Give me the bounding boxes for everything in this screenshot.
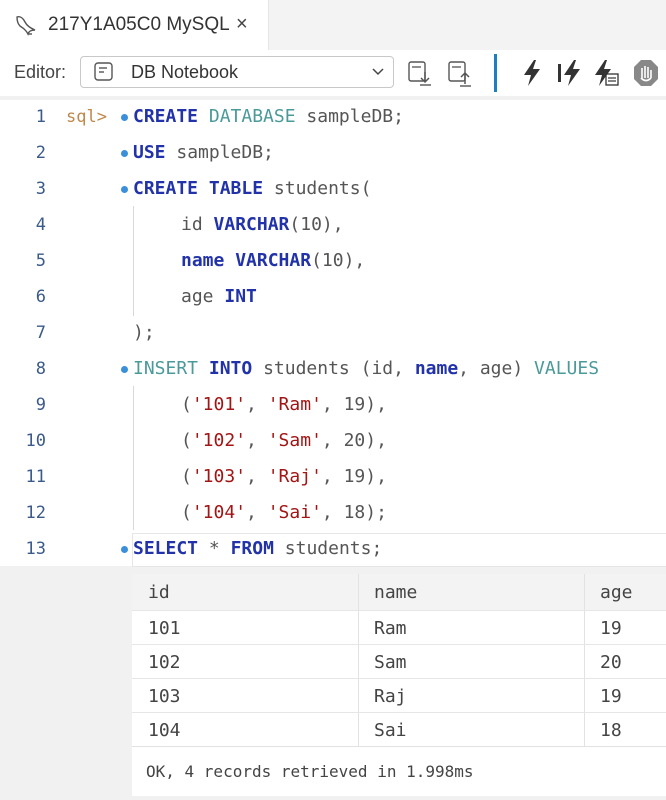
code-line: 13 SELECT * FROM students;	[0, 532, 666, 568]
line-number: 4	[35, 215, 46, 235]
result-panel: id name age 101 Ram 19 102 Sam 20 103 Ra…	[132, 574, 666, 796]
save-script-button[interactable]	[446, 58, 474, 88]
column-header-id[interactable]: id	[148, 582, 170, 603]
table-row[interactable]: 104 Sai 18	[132, 712, 666, 747]
dolphin-icon	[16, 16, 36, 36]
cell-id: 101	[148, 618, 181, 639]
cell-age: 18	[600, 720, 622, 741]
line-number: 5	[35, 251, 46, 271]
code-line: 9 ('101', 'Ram', 19),	[0, 388, 666, 424]
code-text: USE sampleDB;	[133, 142, 274, 163]
code-line: 7 );	[0, 316, 666, 352]
tab-bar: 217Y1A05C0 MySQL ×	[0, 0, 666, 50]
code-text: name VARCHAR(10),	[181, 250, 366, 271]
code-line: 4 id VARCHAR(10),	[0, 208, 666, 244]
execute-step-button[interactable]	[556, 58, 584, 88]
code-line: 8 INSERT INTO students (id, name, age) V…	[0, 352, 666, 388]
column-header-age[interactable]: age	[600, 582, 633, 603]
code-text: SELECT * FROM students;	[133, 538, 383, 559]
sql-prompt: sql>	[66, 107, 107, 127]
load-script-button[interactable]	[406, 58, 434, 88]
execute-step-icon	[558, 60, 580, 86]
table-row[interactable]: 101 Ram 19	[132, 610, 666, 645]
editor-label: Editor:	[14, 62, 67, 82]
cell-name: Ram	[374, 618, 407, 639]
toolbar-separator	[494, 54, 497, 92]
cell-name: Sam	[374, 652, 407, 673]
line-number: 13	[25, 539, 46, 559]
code-text: ('103', 'Raj', 19),	[181, 466, 387, 487]
line-number: 1	[35, 107, 46, 127]
code-line: 3 CREATE TABLE students(	[0, 172, 666, 208]
line-number: 6	[35, 287, 46, 307]
code-line: 10 ('102', 'Sam', 20),	[0, 424, 666, 460]
code-line: 1 sql> CREATE DATABASE sampleDB;	[0, 100, 666, 136]
line-number: 9	[35, 395, 46, 415]
load-script-icon	[408, 61, 431, 86]
execute-text-button[interactable]	[592, 58, 620, 88]
code-text: ('101', 'Ram', 19),	[181, 394, 387, 415]
notebook-icon	[94, 62, 113, 81]
stop-button[interactable]	[632, 58, 660, 88]
result-status: OK, 4 records retrieved in 1.998ms	[146, 762, 474, 781]
execute-button[interactable]	[518, 58, 546, 88]
line-number: 7	[35, 323, 46, 343]
code-line: 2 USE sampleDB;	[0, 136, 666, 172]
close-icon[interactable]: ×	[236, 13, 248, 36]
code-text: age INT	[181, 286, 257, 307]
code-text: ('104', 'Sai', 18);	[181, 502, 387, 523]
result-header: id name age	[132, 574, 666, 610]
tab-title: 217Y1A05C0 MySQL	[48, 14, 230, 35]
table-row[interactable]: 103 Raj 19	[132, 678, 666, 713]
line-number: 10	[25, 431, 46, 451]
cell-id: 104	[148, 720, 181, 741]
cell-id: 102	[148, 652, 181, 673]
tab-mysql[interactable]: 217Y1A05C0 MySQL ×	[0, 0, 269, 50]
column-header-name[interactable]: name	[374, 582, 417, 603]
line-number: 11	[25, 467, 46, 487]
cell-age: 20	[600, 652, 622, 673]
code-line: 12 ('104', 'Sai', 18);	[0, 496, 666, 532]
code-line: 6 age INT	[0, 280, 666, 316]
cell-name: Raj	[374, 686, 407, 707]
code-text: id VARCHAR(10),	[181, 214, 344, 235]
chevron-down-icon	[372, 68, 384, 76]
save-script-icon	[448, 61, 471, 87]
statement-marker[interactable]	[121, 546, 128, 553]
line-number: 2	[35, 143, 46, 163]
code-text: ('102', 'Sam', 20),	[181, 430, 387, 451]
status-divider	[132, 746, 666, 747]
stop-icon	[634, 60, 658, 86]
statement-marker[interactable]	[121, 366, 128, 373]
code-text: CREATE DATABASE sampleDB;	[133, 106, 404, 127]
cell-id: 103	[148, 686, 181, 707]
statement-marker[interactable]	[121, 186, 128, 193]
line-number: 8	[35, 359, 46, 379]
code-text: CREATE TABLE students(	[133, 178, 372, 199]
cell-name: Sai	[374, 720, 407, 741]
statement-marker[interactable]	[121, 150, 128, 157]
editor-type-value: DB Notebook	[131, 62, 239, 82]
code-text: );	[133, 322, 155, 343]
line-number: 12	[25, 503, 46, 523]
code-line: 5 name VARCHAR(10),	[0, 244, 666, 280]
code-text: INSERT INTO students (id, name, age) VAL…	[133, 358, 600, 379]
cell-age: 19	[600, 686, 622, 707]
line-number: 3	[35, 179, 46, 199]
table-row[interactable]: 102 Sam 20	[132, 644, 666, 679]
execute-text-icon	[595, 60, 619, 86]
code-line: 11 ('103', 'Raj', 19),	[0, 460, 666, 496]
execute-icon	[524, 60, 540, 86]
statement-marker[interactable]	[121, 114, 128, 121]
editor-type-dropdown[interactable]: DB Notebook	[80, 56, 394, 88]
code-editor[interactable]: 1 sql> CREATE DATABASE sampleDB; 2 USE s…	[0, 100, 666, 568]
cell-age: 19	[600, 618, 622, 639]
